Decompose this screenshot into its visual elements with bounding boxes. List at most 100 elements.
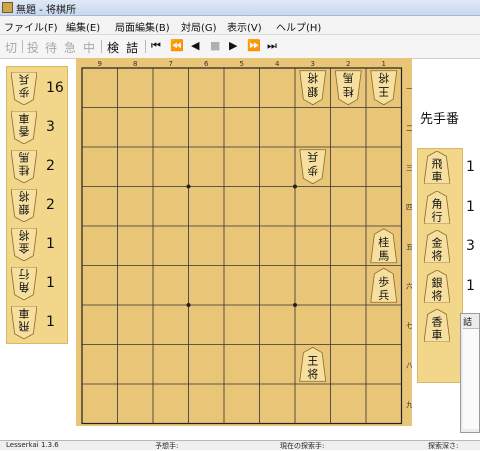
last-move-icon[interactable]: ⏭: [267, 39, 277, 53]
svg-text:歩: 歩: [19, 86, 30, 100]
rank-label: 一: [406, 85, 412, 93]
svg-text:車: 車: [432, 328, 443, 342]
rank-label: 九: [406, 400, 412, 409]
menu-game[interactable]: 対局(G): [181, 19, 217, 34]
gote-hand-piece[interactable]: 香車: [11, 111, 37, 144]
mate-panel-content[interactable]: [463, 328, 479, 429]
engine-name: Lesserkai 1.3.6: [6, 441, 59, 449]
rank-label: 三: [406, 164, 412, 172]
current-search-move: 現在の探索手:: [280, 442, 325, 450]
svg-text:銀: 銀: [19, 203, 30, 217]
board-piece[interactable]: 銀将: [299, 70, 327, 106]
hurry-button[interactable]: 急: [64, 39, 76, 56]
resign-button[interactable]: 投: [27, 39, 39, 56]
menu-position-edit[interactable]: 局面編集(B): [115, 19, 170, 34]
predicted-move: 予想手:: [155, 442, 179, 450]
svg-text:歩: 歩: [378, 274, 389, 288]
svg-text:将: 将: [378, 71, 389, 84]
svg-text:車: 車: [19, 306, 30, 320]
stop-icon[interactable]: ■: [210, 39, 220, 52]
app-icon: [2, 2, 13, 13]
file-label: 4: [275, 60, 280, 68]
gote-hand-count: 16: [46, 80, 64, 96]
file-label: 3: [311, 60, 315, 68]
rank-label: 七: [406, 321, 412, 330]
svg-text:桂: 桂: [19, 164, 30, 178]
board-piece[interactable]: 王将: [299, 346, 327, 382]
sente-hand-count: 3: [466, 238, 475, 254]
sente-hand-count: 1: [466, 277, 475, 294]
svg-text:行: 行: [432, 210, 443, 223]
mate-search-button[interactable]: 詰: [126, 39, 138, 56]
gote-hand-piece[interactable]: 角行: [11, 267, 37, 300]
forward-ten-icon[interactable]: ⏩: [247, 39, 261, 52]
gote-hand-count: 1: [46, 314, 55, 330]
menu-view[interactable]: 表示(V): [227, 19, 262, 34]
star-point: [186, 184, 191, 189]
analyze-button[interactable]: 検: [107, 39, 119, 56]
menu-help[interactable]: ヘルプ(H): [276, 19, 321, 34]
svg-text:馬: 馬: [343, 71, 354, 84]
board-piece[interactable]: 歩兵: [299, 149, 327, 185]
interrupt-button[interactable]: 中: [83, 39, 95, 56]
menu-file[interactable]: ファイル(F): [4, 19, 58, 34]
file-label: 9: [98, 60, 102, 68]
turn-indicator: 先手番: [420, 112, 460, 127]
svg-text:王: 王: [378, 85, 389, 98]
back-one-icon[interactable]: ◀: [191, 39, 199, 52]
svg-text:将: 将: [307, 368, 318, 381]
svg-text:歩: 歩: [307, 164, 318, 178]
star-point: [293, 303, 297, 307]
gote-hand-piece[interactable]: 桂馬: [11, 150, 37, 183]
svg-text:桂: 桂: [343, 85, 354, 99]
gote-hand-count: 2: [46, 158, 55, 174]
sente-hand-piece[interactable]: 角行: [424, 190, 450, 224]
board-piece[interactable]: 歩兵: [370, 267, 398, 303]
svg-text:角: 角: [19, 281, 30, 294]
rank-label: 八: [406, 361, 412, 369]
file-label: 6: [204, 60, 209, 68]
back-ten-icon[interactable]: ⏪: [170, 39, 184, 52]
svg-text:金: 金: [19, 242, 30, 256]
gote-hand-piece[interactable]: 歩兵: [11, 72, 37, 105]
star-point: [293, 184, 297, 189]
sente-hand-piece[interactable]: 金将: [424, 230, 450, 263]
wait-button[interactable]: 待: [45, 39, 57, 56]
svg-text:馬: 馬: [378, 249, 389, 262]
file-label: 1: [382, 60, 386, 68]
svg-text:将: 将: [307, 71, 318, 84]
board-piece[interactable]: 王将: [370, 70, 398, 106]
search-depth: 探索深さ:: [428, 442, 459, 450]
star-point: [186, 303, 191, 307]
file-label: 2: [346, 60, 350, 68]
sente-hand-piece[interactable]: 銀将: [424, 269, 450, 303]
sente-hand-piece[interactable]: 香車: [424, 309, 450, 342]
gote-hand-piece[interactable]: 金将: [11, 228, 37, 261]
svg-text:角: 角: [432, 197, 443, 210]
sente-hand-piece[interactable]: 飛車: [424, 151, 450, 184]
file-label: 8: [133, 60, 137, 68]
svg-text:兵: 兵: [19, 72, 30, 85]
board-piece[interactable]: 桂馬: [370, 228, 398, 264]
board-grid[interactable]: 9 8 7 6 5 4 3 2 1一二三四五六七八九王将桂馬銀将歩兵桂馬歩兵王将: [76, 58, 412, 426]
svg-text:王: 王: [307, 354, 318, 367]
gote-hand-piece[interactable]: 飛車: [11, 306, 37, 339]
svg-text:将: 将: [432, 250, 443, 263]
svg-text:兵: 兵: [307, 150, 318, 163]
first-move-icon[interactable]: ⏮: [151, 39, 161, 53]
toolbar: 切 投 待 急 中 検 詰 ⏮ ⏪ ◀ ■ ▶ ⏩ ⏭: [0, 35, 480, 59]
cut-button[interactable]: 切: [5, 39, 17, 56]
gote-hand-count: 1: [46, 275, 55, 291]
title-bar: 無題 - 将棋所: [0, 0, 480, 16]
mate-panel[interactable]: 詰将: [460, 313, 480, 433]
svg-text:将: 将: [19, 228, 30, 241]
window-title: 無題 - 将棋所: [16, 5, 76, 16]
svg-text:銀: 銀: [432, 275, 443, 289]
menu-edit[interactable]: 編集(E): [66, 19, 100, 34]
shogi-board[interactable]: 987654321一二三四五六七八九王将桂馬銀将歩兵桂馬歩兵王将: [76, 58, 412, 426]
forward-one-icon[interactable]: ▶: [229, 39, 237, 52]
board-piece[interactable]: 桂馬: [334, 70, 362, 106]
gote-hand-piece[interactable]: 銀将: [11, 189, 37, 222]
svg-text:馬: 馬: [19, 150, 30, 163]
gote-hand-count: 1: [46, 236, 55, 252]
